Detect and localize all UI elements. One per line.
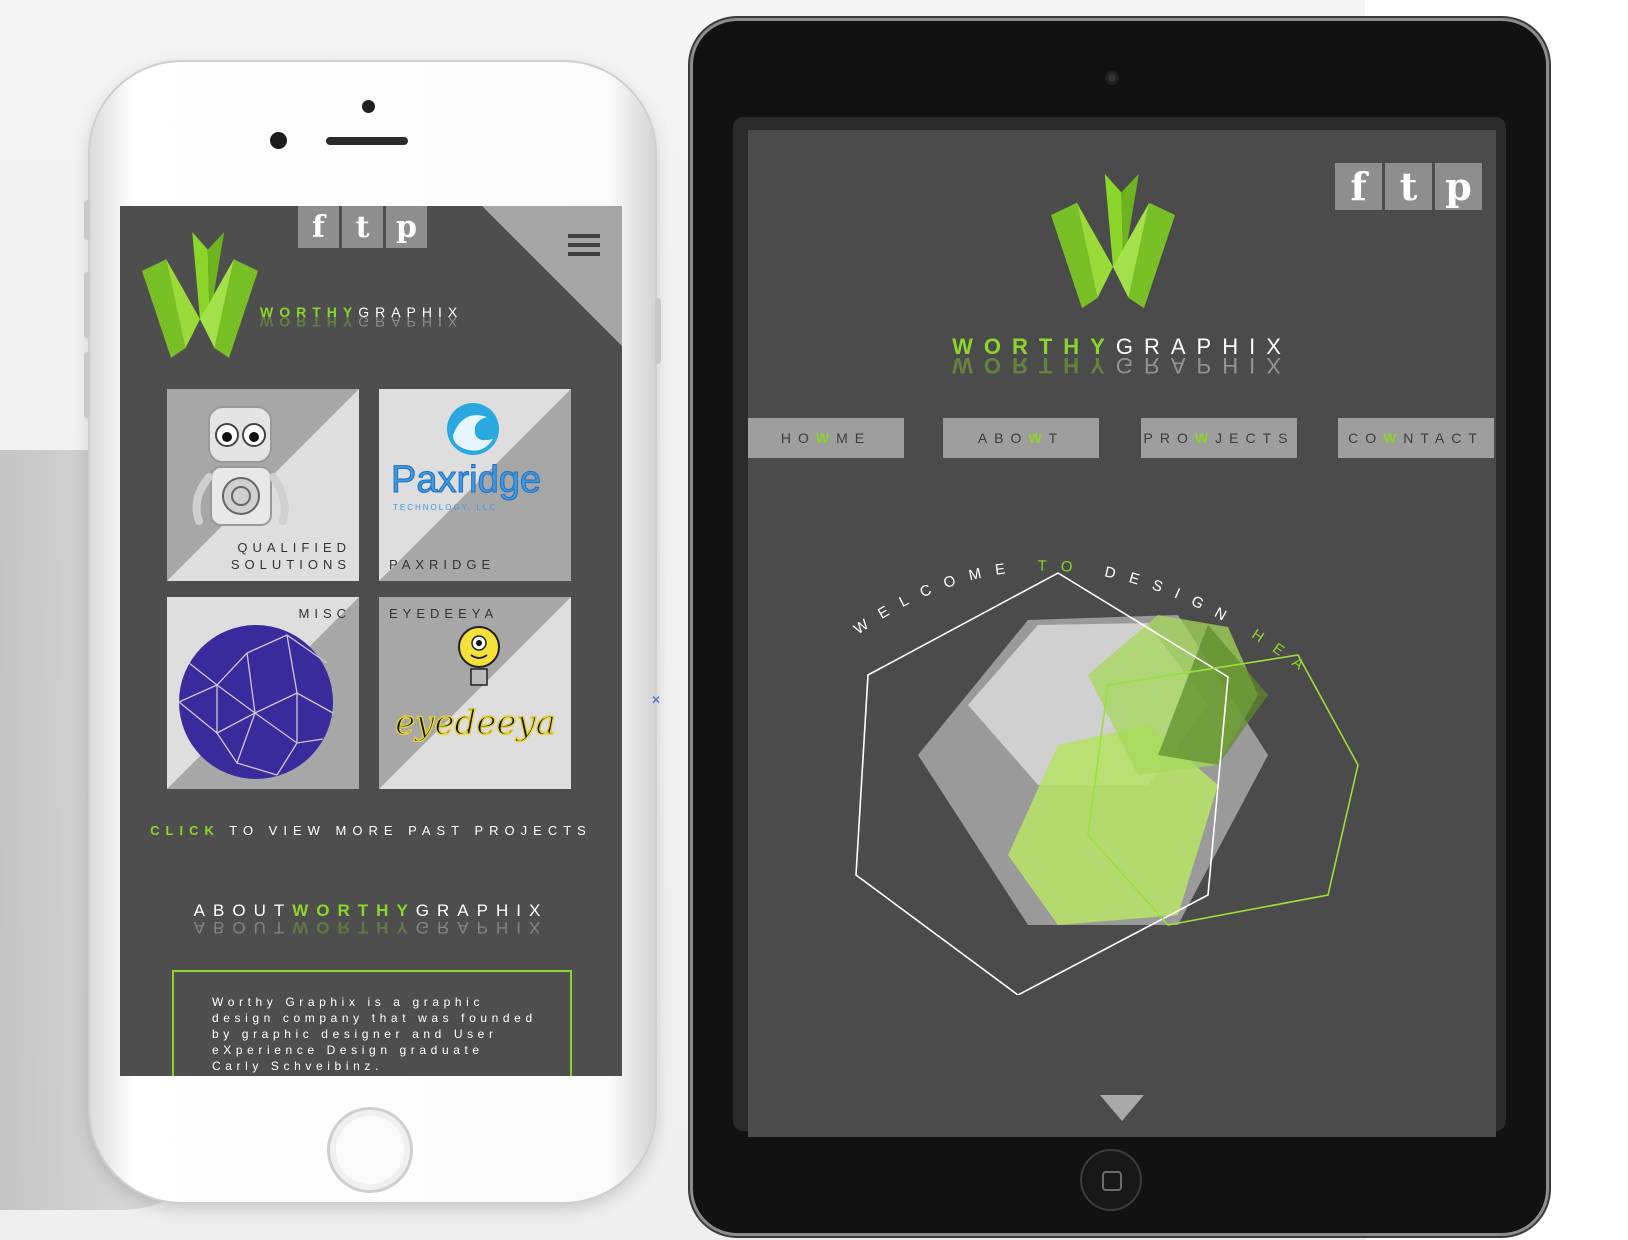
nav-home[interactable]: HO W ME [748,418,904,458]
tile-label: EYEDEEYA [389,606,499,621]
tile-label: QUALIFIED SOLUTIONS [230,540,351,572]
project-tile-eyedeeya[interactable]: EYEDEEYA eyedeeya [379,597,571,789]
view-more-projects-link[interactable]: CLICK TO VIEW MORE PAST PROJECTS [120,823,622,838]
worthy-graphix-logo[interactable] [142,230,258,360]
lightbulb-icon [458,626,500,686]
menu-corner [482,206,622,346]
about-text-box: Worthy Graphix is a graphic design compa… [172,970,572,1076]
about-heading-reflection: ABOUTWORTHYGRAPHIX [193,918,549,937]
tumblr-icon[interactable]: t [1385,163,1432,210]
eyedeeya-logo-text: eyedeeya [394,702,556,744]
about-paragraph: Worthy Graphix is a graphic design compa… [212,995,537,1073]
phone-volume-down [84,352,90,418]
nav-projects[interactable]: PRO W JECTS [1141,418,1297,458]
phone-volume-up [84,272,90,338]
social-links: f t p [1335,163,1482,210]
nav-contact[interactable]: CO W NTACT [1338,418,1494,458]
robot-illustration [192,406,289,526]
facebook-icon[interactable]: f [1335,163,1382,210]
facebook-icon[interactable]: f [298,206,339,248]
phone-speaker [326,137,408,145]
brand-wordmark-reflection: WORTHYGRAPHIX [952,353,1292,378]
project-tile-misc[interactable]: MISC [167,597,359,789]
phone-mute-switch [84,200,90,240]
social-links: f t p [298,206,427,248]
phone-front-camera [270,132,287,149]
close-x-icon: ✕ [651,693,662,707]
hamburger-menu-icon[interactable] [568,234,600,261]
project-tile-paxridge[interactable]: Paxridge TECHNOLOGY, LLC PAXRIDGE [379,389,571,581]
main-nav: HO W ME ABO W T PRO W JECTS CO W NTACT [748,418,1496,458]
paxridge-logo-text: Paxridge [391,459,542,502]
tablet-camera [1105,71,1119,85]
paxridge-logo-sub: TECHNOLOGY, LLC [393,503,498,512]
project-tile-qualified-solutions[interactable]: QUALIFIED SOLUTIONS [167,389,359,581]
tablet-home-button[interactable] [1080,1149,1142,1211]
pinterest-icon[interactable]: p [386,206,427,248]
scroll-down-arrow-icon[interactable] [1100,1095,1144,1121]
wave-logo-icon [447,403,499,455]
tablet-screen: f t p WORTHYGRAPHIX WORTHYGRAPHIX HO W ME … [748,130,1496,1137]
geometric-globe-illustration [178,625,334,779]
worthy-graphix-logo[interactable] [1051,168,1175,314]
tumblr-icon[interactable]: t [342,206,383,248]
nav-about[interactable]: ABO W T [943,418,1099,458]
phone-screen: f t p WORTHYGRAPHIX WORTHYGRAPHIX QUALIF… [120,206,622,1076]
tile-label: MISC [298,606,351,621]
brand-wordmark-reflection: WORTHYGRAPHIX [260,314,464,330]
pinterest-icon[interactable]: p [1435,163,1482,210]
phone-top-dot [362,100,375,113]
hero-hexagon-illustration: WELCOME TO DESIGN HEAVEN [838,555,1359,995]
phone-home-button[interactable] [327,1107,413,1193]
tile-label: PAXRIDGE [389,557,496,572]
phone-power-button [655,298,661,364]
